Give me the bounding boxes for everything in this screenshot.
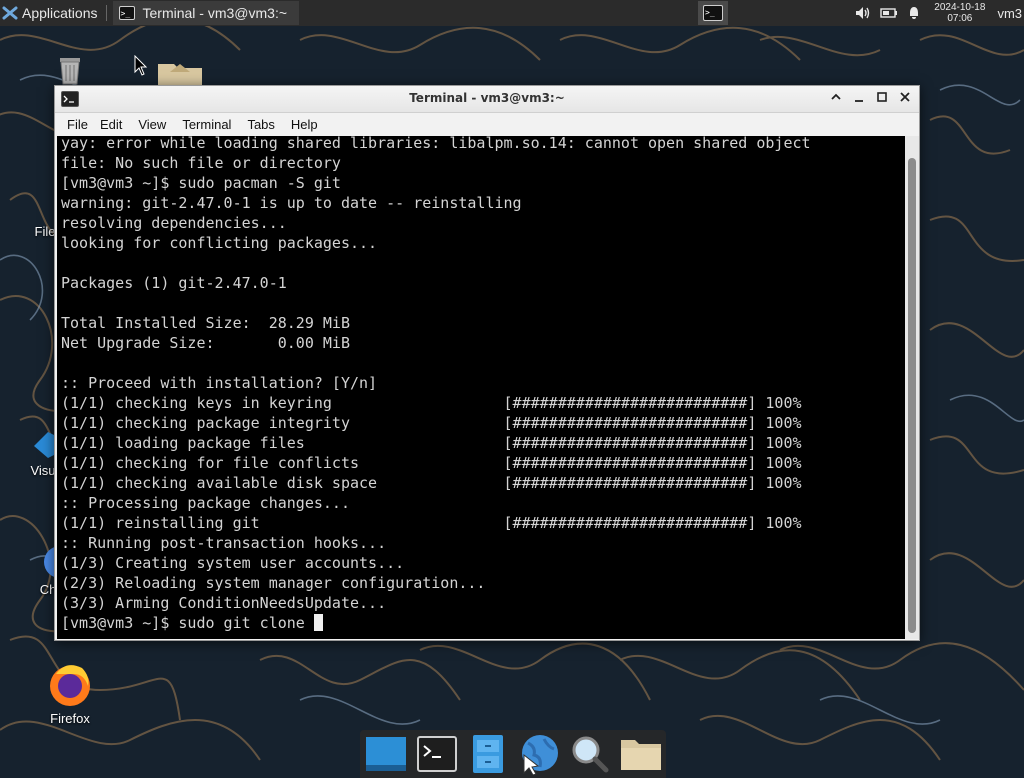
trash-icon xyxy=(60,58,80,85)
terminal-icon: >_ xyxy=(703,5,723,21)
terminal-line: (1/1) loading package files [###########… xyxy=(61,434,802,452)
terminal-line: :: Running post-transaction hooks... xyxy=(61,534,387,552)
terminal-window: Terminal - vm3@vm3:~ File Edit View Term… xyxy=(54,85,920,641)
terminal-line: (2/3) Reloading system manager configura… xyxy=(61,574,486,592)
terminal-line: (1/1) checking available disk space [###… xyxy=(61,474,802,492)
terminal-line: (3/3) Arming ConditionNeedsUpdate... xyxy=(61,594,387,612)
minimize-icon xyxy=(855,100,863,102)
terminal-icon: >_ xyxy=(118,6,135,20)
web-browser-icon xyxy=(521,735,558,775)
taskbar-window-title: Terminal - vm3@vm3:~ xyxy=(142,5,288,21)
terminal-output-area[interactable]: yay: error while loading shared librarie… xyxy=(57,136,905,639)
terminal-line: :: Proceed with installation? [Y/n] xyxy=(61,374,378,392)
vscode-icon xyxy=(34,432,54,458)
dock-terminal[interactable] xyxy=(415,732,459,776)
window-titlebar[interactable]: Terminal - vm3@vm3:~ xyxy=(55,86,919,113)
terminal-line: file: No such file or directory xyxy=(61,154,341,172)
window-minimize-button[interactable] xyxy=(850,90,868,108)
maximize-icon xyxy=(877,92,887,102)
terminal-text: yay: error while loading shared librarie… xyxy=(57,136,905,633)
panel-clock[interactable]: 2024-10-18 07:06 xyxy=(934,2,985,24)
user-menu[interactable]: vm3 xyxy=(997,6,1022,21)
terminal-line: Total Installed Size: 28.29 MiB xyxy=(61,314,350,332)
terminal-line: (1/1) checking for file conflicts [#####… xyxy=(61,454,802,472)
window-menubar: File Edit View Terminal Tabs Help xyxy=(55,112,919,136)
terminal-line: :: Processing package changes... xyxy=(61,494,350,512)
terminal-icon xyxy=(416,736,457,772)
xfce-logo-icon xyxy=(2,6,18,20)
desktop-icon-firefox[interactable]: Firefox xyxy=(40,660,100,726)
terminal-line: (1/1) checking keys in keyring [########… xyxy=(61,394,802,412)
scrollbar-thumb[interactable] xyxy=(908,158,916,633)
home-folder-icon xyxy=(620,740,661,770)
terminal-line: (1/1) checking package integrity [######… xyxy=(61,414,802,432)
terminal-line: (1/3) Creating system user accounts... xyxy=(61,554,405,572)
dock-app-finder[interactable] xyxy=(568,732,612,776)
desktop-icon-trash[interactable] xyxy=(50,52,90,89)
window-close-button[interactable] xyxy=(896,90,914,108)
menu-terminal[interactable]: Terminal xyxy=(176,117,237,132)
applications-label: Applications xyxy=(22,5,98,21)
mouse-pointer-icon xyxy=(134,55,148,76)
desktop-icon-label: File xyxy=(34,224,56,239)
window-title: Terminal - vm3@vm3:~ xyxy=(409,91,565,105)
top-panel: Applications >_ Terminal - vm3@vm3:~ >_ … xyxy=(0,0,1024,26)
terminal-line: Packages (1) git-2.47.0-1 xyxy=(61,274,287,292)
terminal-line: [vm3@vm3 ~]$ sudo pacman -S git xyxy=(61,174,341,192)
terminal-cursor xyxy=(313,614,323,631)
notification-bell-icon[interactable] xyxy=(906,5,922,21)
terminal-prompt-line: [vm3@vm3 ~]$ sudo git clone xyxy=(61,613,905,633)
dock-file-manager[interactable] xyxy=(466,732,510,776)
menu-tabs[interactable]: Tabs xyxy=(241,117,280,132)
terminal-line: (1/1) reinstalling git [################… xyxy=(61,514,802,532)
chevron-up-icon xyxy=(831,93,841,100)
terminal-line: yay: error while loading shared librarie… xyxy=(61,136,811,152)
clock-time: 07:06 xyxy=(947,13,973,24)
desktop-icon-label: Visu xyxy=(30,463,56,478)
window-maximize-button[interactable] xyxy=(873,90,891,108)
terminal-line: Net Upgrade Size: 0.00 MiB xyxy=(61,334,350,352)
window-shade-button[interactable] xyxy=(827,90,845,108)
terminal-prompt: [vm3@vm3 ~]$ sudo git clone xyxy=(61,614,314,632)
applications-menu[interactable]: Applications xyxy=(0,0,104,26)
firefox-icon xyxy=(50,665,90,706)
dock-web-browser[interactable] xyxy=(517,732,561,776)
terminal-line: warning: git-2.47.0-1 is up to date -- r… xyxy=(61,194,522,212)
dock-show-desktop[interactable] xyxy=(364,732,408,776)
close-icon xyxy=(900,92,910,102)
terminal-scrollbar[interactable] xyxy=(905,136,919,639)
battery-icon[interactable] xyxy=(880,6,898,20)
taskbar-terminal-button[interactable]: >_ Terminal - vm3@vm3:~ xyxy=(112,1,299,25)
terminal-line: looking for conflicting packages... xyxy=(61,234,378,252)
menu-help[interactable]: Help xyxy=(285,117,324,132)
app-finder-icon xyxy=(572,736,608,773)
menu-file[interactable]: File xyxy=(61,117,94,132)
panel-terminal-launcher[interactable]: >_ xyxy=(698,1,728,25)
menu-edit[interactable]: Edit xyxy=(94,117,128,132)
bottom-dock xyxy=(360,730,666,778)
panel-separator xyxy=(105,5,107,21)
desktop-icon-label: Firefox xyxy=(50,711,90,726)
volume-icon[interactable] xyxy=(854,5,872,21)
system-tray: 2024-10-18 07:06 vm3 xyxy=(854,0,1024,26)
home-folder-icon xyxy=(158,64,202,88)
menu-view[interactable]: View xyxy=(132,117,172,132)
terminal-line: resolving dependencies... xyxy=(61,214,287,232)
dock-home-folder[interactable] xyxy=(619,732,663,776)
file-manager-icon xyxy=(472,735,503,773)
show-desktop-icon xyxy=(365,737,406,771)
clock-date: 2024-10-18 xyxy=(934,2,986,13)
